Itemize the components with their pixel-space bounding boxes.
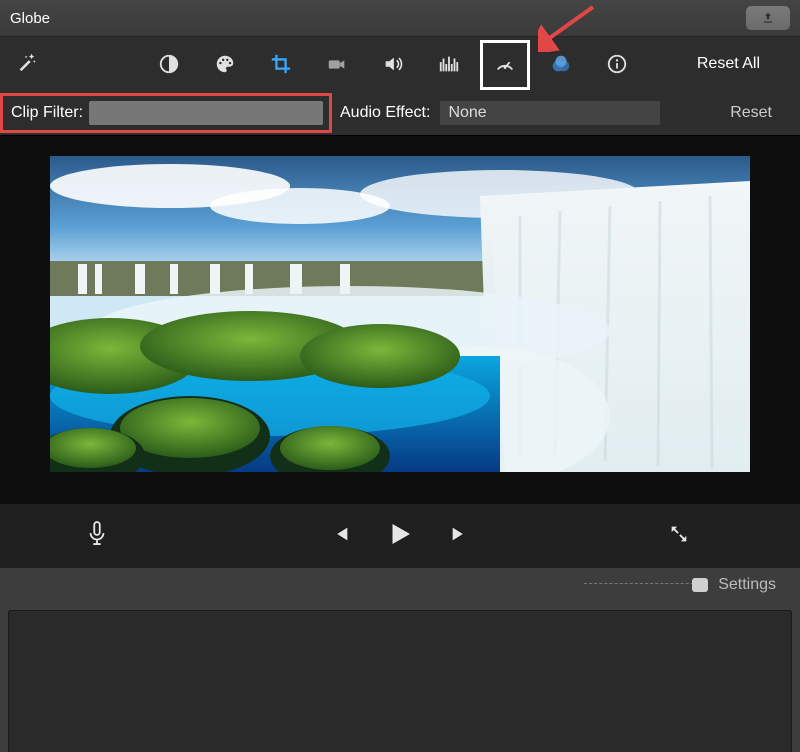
equalizer-icon <box>438 53 460 75</box>
timeline-track[interactable] <box>8 610 792 752</box>
next-button[interactable] <box>449 523 471 550</box>
reset-button[interactable]: Reset <box>730 104 772 122</box>
speaker-icon <box>382 53 404 75</box>
magic-wand-button[interactable] <box>16 51 38 78</box>
previous-button[interactable] <box>329 523 351 550</box>
audio-effect-group: Audio Effect: None <box>340 101 660 125</box>
skip-forward-icon <box>449 523 471 545</box>
filter-audio-bar: Clip Filter: Audio Effect: None Reset <box>0 91 800 135</box>
info-button[interactable] <box>603 50 631 78</box>
tool-icon-row <box>155 50 631 78</box>
timeline-area <box>0 602 800 752</box>
stabilization-button[interactable] <box>323 50 351 78</box>
clip-filter-well[interactable] <box>89 101 323 125</box>
transport-bar <box>0 504 800 568</box>
venn-circles-icon <box>550 53 572 75</box>
color-balance-button[interactable] <box>155 50 183 78</box>
reset-all-button[interactable]: Reset All <box>697 55 760 73</box>
preview-area <box>0 135 800 504</box>
speedometer-icon <box>494 53 516 75</box>
speed-button[interactable] <box>491 50 519 78</box>
title-bar: Globe <box>0 0 800 37</box>
audio-effect-well[interactable]: None <box>440 101 660 125</box>
fullscreen-button[interactable] <box>668 523 690 550</box>
inspector-toolbar: Reset All <box>0 37 800 91</box>
transport-buttons <box>329 519 471 554</box>
timeline-header: Settings <box>0 568 800 602</box>
share-icon <box>761 11 775 25</box>
magic-wand-icon <box>16 51 38 73</box>
zoom-slider[interactable] <box>584 583 704 588</box>
preview-image <box>50 156 750 472</box>
microphone-icon <box>86 519 108 549</box>
clip-filter-button[interactable] <box>547 50 575 78</box>
settings-button[interactable]: Settings <box>718 576 776 594</box>
project-title: Globe <box>10 10 746 27</box>
zoom-slider-thumb[interactable] <box>692 578 708 592</box>
noise-reduction-button[interactable] <box>435 50 463 78</box>
share-button[interactable] <box>746 6 790 30</box>
skip-back-icon <box>329 523 351 545</box>
video-camera-icon <box>326 53 348 75</box>
audio-effect-label: Audio Effect: <box>340 104 430 122</box>
expand-icon <box>668 523 690 545</box>
crop-icon <box>270 53 292 75</box>
palette-icon <box>214 53 236 75</box>
color-correction-button[interactable] <box>211 50 239 78</box>
clip-filter-group: Clip Filter: <box>0 93 332 133</box>
audio-effect-value: None <box>448 104 486 122</box>
video-preview[interactable] <box>50 156 750 472</box>
half-circle-icon <box>158 53 180 75</box>
record-voiceover-button[interactable] <box>86 519 108 554</box>
clip-filter-label: Clip Filter: <box>11 104 83 122</box>
info-icon <box>606 53 628 75</box>
crop-button[interactable] <box>267 50 295 78</box>
play-button[interactable] <box>385 519 415 554</box>
play-icon <box>385 519 415 549</box>
volume-button[interactable] <box>379 50 407 78</box>
